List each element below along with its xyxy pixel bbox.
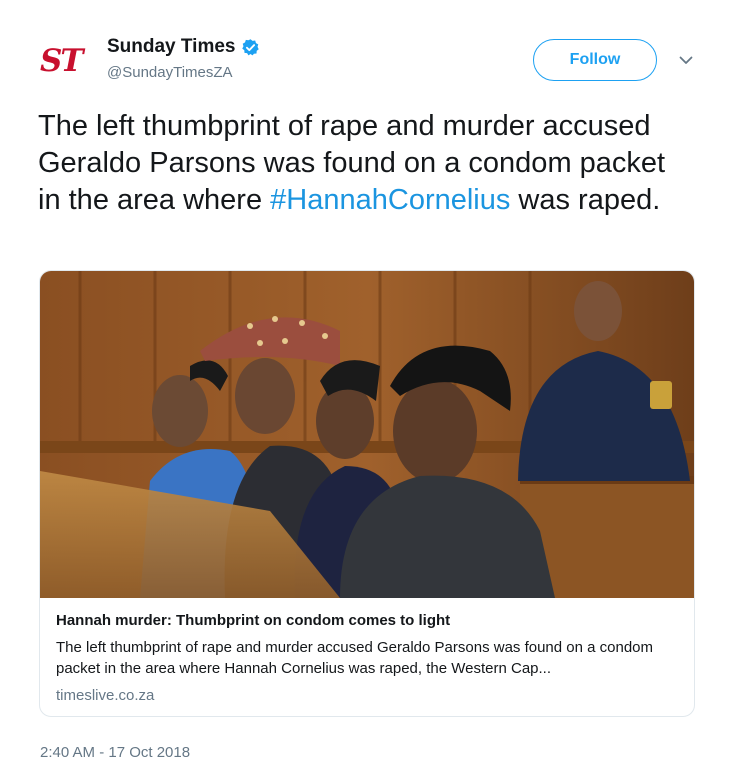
account-handle[interactable]: @SundayTimesZA [107,64,260,81]
card-description: The left thumbprint of rape and murder a… [56,639,654,677]
card-domain: timeslive.co.za [56,687,155,704]
verified-badge-icon [242,38,260,55]
card-body[interactable]: Hannah murder: Thumbprint on condom come… [40,598,694,716]
tweet-text: The left thumbprint of rape and murder a… [38,108,688,219]
hashtag-link[interactable]: #HannahCornelius [270,184,510,216]
sunday-times-logo[interactable]: ST [40,42,96,80]
account-names: Sunday Times @SundayTimesZA [107,36,260,81]
account-display-name[interactable]: Sunday Times [107,36,235,58]
follow-button[interactable]: Follow [533,39,657,81]
tweet-text-part: was raped. [510,184,661,216]
card-title[interactable]: Hannah murder: Thumbprint on condom come… [56,612,680,629]
chevron-down-icon[interactable] [678,52,694,68]
tweet-timestamp[interactable]: 2:40 AM - 17 Oct 2018 [40,744,190,761]
card-image[interactable] [40,271,695,598]
link-card[interactable]: Hannah murder: Thumbprint on condom come… [39,270,695,717]
tweet-header: ST Sunday Times @SundayTimesZA Follow [40,34,700,94]
account-display-name-row[interactable]: Sunday Times [107,36,260,58]
